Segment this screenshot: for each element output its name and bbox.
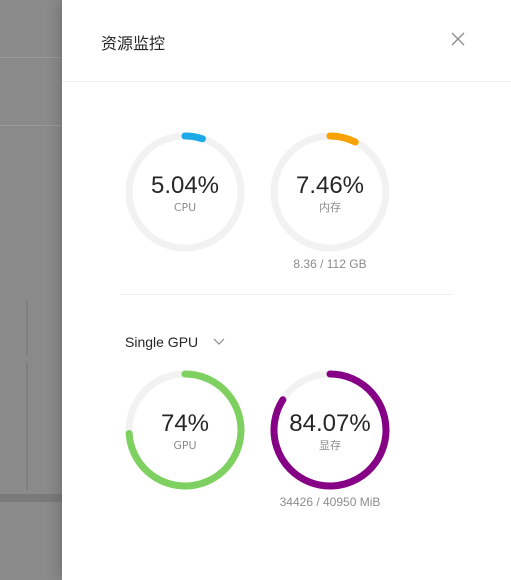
gpu-mode-select[interactable]: Single GPU xyxy=(125,332,235,352)
cpu-gauge: 5.04% CPU xyxy=(123,130,247,254)
background-divider xyxy=(0,57,62,58)
section-divider xyxy=(120,294,452,295)
vram-usage-detail: 34426 / 40950 MiB xyxy=(279,495,381,509)
gpu-usage-label: GPU xyxy=(173,439,197,452)
background-column-line xyxy=(26,362,28,490)
gpu-usage-value: 74% xyxy=(160,410,210,437)
background-scrollbar xyxy=(0,494,62,502)
memory-usage-value: 7.46% xyxy=(295,172,365,199)
vram-gauge: 84.07% 显存 xyxy=(268,368,392,492)
cpu-usage-arc xyxy=(181,132,206,143)
resource-monitor-drawer: 资源监控 5.04% CPU 7.46% 内存 8.36 / 112 GB Si… xyxy=(62,0,511,580)
chevron-down-icon xyxy=(213,338,225,345)
close-button[interactable] xyxy=(448,29,468,49)
gpu-mode-selected: Single GPU xyxy=(125,334,199,350)
memory-usage-detail: 8.36 / 112 GB xyxy=(293,257,367,271)
memory-usage-label: 内存 xyxy=(319,201,341,214)
drawer-title: 资源监控 xyxy=(101,34,166,53)
background-divider xyxy=(0,125,62,126)
memory-usage-arc xyxy=(326,132,359,146)
background-column-line xyxy=(26,300,28,355)
gpu-gauge: 74% GPU xyxy=(123,368,247,492)
cpu-usage-label: CPU xyxy=(173,201,197,214)
cpu-usage-value: 5.04% xyxy=(150,172,220,199)
vram-usage-value: 84.07% xyxy=(289,410,371,437)
vram-usage-label: 显存 xyxy=(319,439,341,452)
close-icon xyxy=(451,32,465,46)
drawer-header: 资源监控 xyxy=(62,0,511,82)
memory-gauge: 7.46% 内存 xyxy=(268,130,392,254)
